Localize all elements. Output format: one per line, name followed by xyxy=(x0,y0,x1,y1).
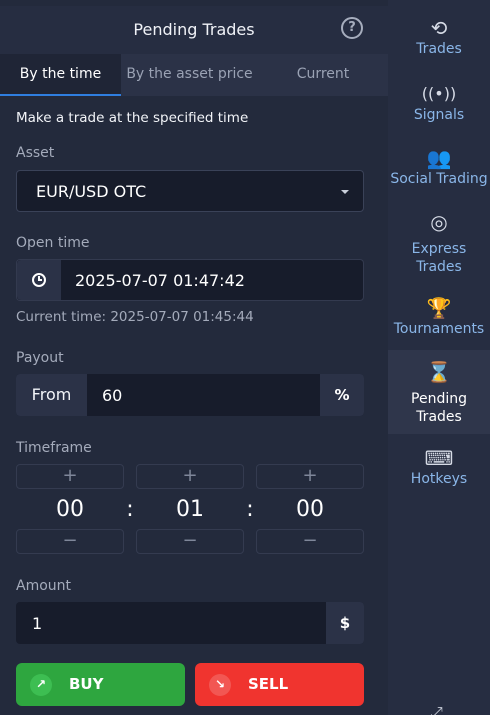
hours-increment-button[interactable]: + xyxy=(16,464,124,489)
hours-decrement-button[interactable]: − xyxy=(16,529,124,554)
minutes-increment-button[interactable]: + xyxy=(136,464,244,489)
sidebar-item-label: Pending Trades xyxy=(411,391,467,425)
tab-by-time[interactable]: By the time xyxy=(0,54,121,96)
tab-bar: By the time By the asset price Current xyxy=(0,54,388,96)
sidebar-item-label: Tournaments xyxy=(393,321,485,337)
sidebar-item-pending-trades[interactable]: ⌛ Pending Trades xyxy=(388,350,490,434)
asset-value: EUR/USD OTC xyxy=(36,182,147,201)
asset-select[interactable]: EUR/USD OTC xyxy=(16,170,364,212)
asset-label: Asset xyxy=(16,145,55,161)
clock-button[interactable] xyxy=(17,260,61,300)
timeframe-label: Timeframe xyxy=(16,440,92,456)
percent-sign: % xyxy=(320,374,364,416)
sidebar-item-label: Signals xyxy=(413,107,465,123)
sidebar-item-label: Hotkeys xyxy=(410,471,468,487)
panel-title: Pending Trades xyxy=(133,20,255,39)
open-time-field[interactable]: 2025-07-07 01:47:42 xyxy=(16,259,364,301)
timeframe-seconds[interactable]: 00 xyxy=(256,497,364,522)
target-icon: ◎ xyxy=(430,210,448,234)
timeframe-hours[interactable]: 00 xyxy=(16,497,124,522)
payout-value: 60 xyxy=(102,386,123,405)
seconds-decrement-button[interactable]: − xyxy=(256,529,364,554)
app-root: Pending Trades ? By the time By the asse… xyxy=(0,0,490,715)
antenna-icon: ((•)) xyxy=(421,84,457,103)
history-icon: ⟲ xyxy=(430,16,448,40)
payout-label: Payout xyxy=(16,350,64,366)
trophy-icon: 🏆 xyxy=(426,296,452,320)
amount-value: 1 xyxy=(32,614,43,633)
sidebar-item-label: Trades xyxy=(416,41,462,57)
buy-button[interactable]: ↗ BUY xyxy=(16,663,185,706)
open-time-label: Open time xyxy=(16,235,90,251)
seconds-increment-button[interactable]: + xyxy=(256,464,364,489)
timeframe-separator: : xyxy=(246,497,254,522)
keyboard-icon: ⌨ xyxy=(424,446,454,470)
chevron-down-icon xyxy=(341,190,349,194)
sidebar-item-signals[interactable]: ((•)) Signals xyxy=(388,82,490,128)
buy-label: BUY xyxy=(69,675,104,693)
sidebar-item-label: Social Trading xyxy=(390,171,488,187)
clock-icon xyxy=(32,273,46,287)
arrow-up-right-icon: ↗ xyxy=(30,674,52,696)
payout-field[interactable]: From 60 % xyxy=(16,374,364,416)
pending-trades-panel: Pending Trades ? By the time By the asse… xyxy=(0,0,388,715)
sidebar-item-hotkeys[interactable]: ⌨ Hotkeys xyxy=(388,446,490,496)
sell-button[interactable]: ↘ SELL xyxy=(195,663,364,706)
timeframe-minutes[interactable]: 01 xyxy=(136,497,244,522)
sidebar-item-label: Express Trades xyxy=(411,241,467,275)
expand-icon[interactable]: ⤢ xyxy=(430,703,443,715)
timeframe-separator: : xyxy=(126,497,134,522)
sidebar-item-trades[interactable]: ⟲ Trades xyxy=(388,16,490,66)
amount-label: Amount xyxy=(16,578,72,594)
sell-label: SELL xyxy=(248,675,289,693)
sidebar-item-tournaments[interactable]: 🏆 Tournaments xyxy=(388,296,490,346)
sidebar-item-express-trades[interactable]: ◎ Express Trades xyxy=(388,210,490,278)
hourglass-icon: ⌛ xyxy=(426,360,452,384)
sidebar-item-social-trading[interactable]: 👥 Social Trading xyxy=(388,146,490,196)
help-icon[interactable]: ? xyxy=(341,17,363,39)
open-time-value: 2025-07-07 01:47:42 xyxy=(75,271,245,290)
form-description: Make a trade at the specified time xyxy=(16,110,249,126)
tab-current[interactable]: Current xyxy=(258,54,388,96)
amount-field[interactable]: 1 $ xyxy=(16,602,364,644)
right-sidebar: ⟲ Trades ((•)) Signals 👥 Social Trading … xyxy=(388,0,490,715)
current-time-text: Current time: 2025-07-07 01:45:44 xyxy=(16,309,254,325)
arrow-down-right-icon: ↘ xyxy=(209,674,231,696)
users-icon: 👥 xyxy=(426,146,452,170)
dollar-sign: $ xyxy=(326,602,364,644)
payout-prefix: From xyxy=(16,374,87,416)
panel-header: Pending Trades ? xyxy=(0,6,388,54)
tab-by-asset-price[interactable]: By the asset price xyxy=(121,54,258,96)
minutes-decrement-button[interactable]: − xyxy=(136,529,244,554)
